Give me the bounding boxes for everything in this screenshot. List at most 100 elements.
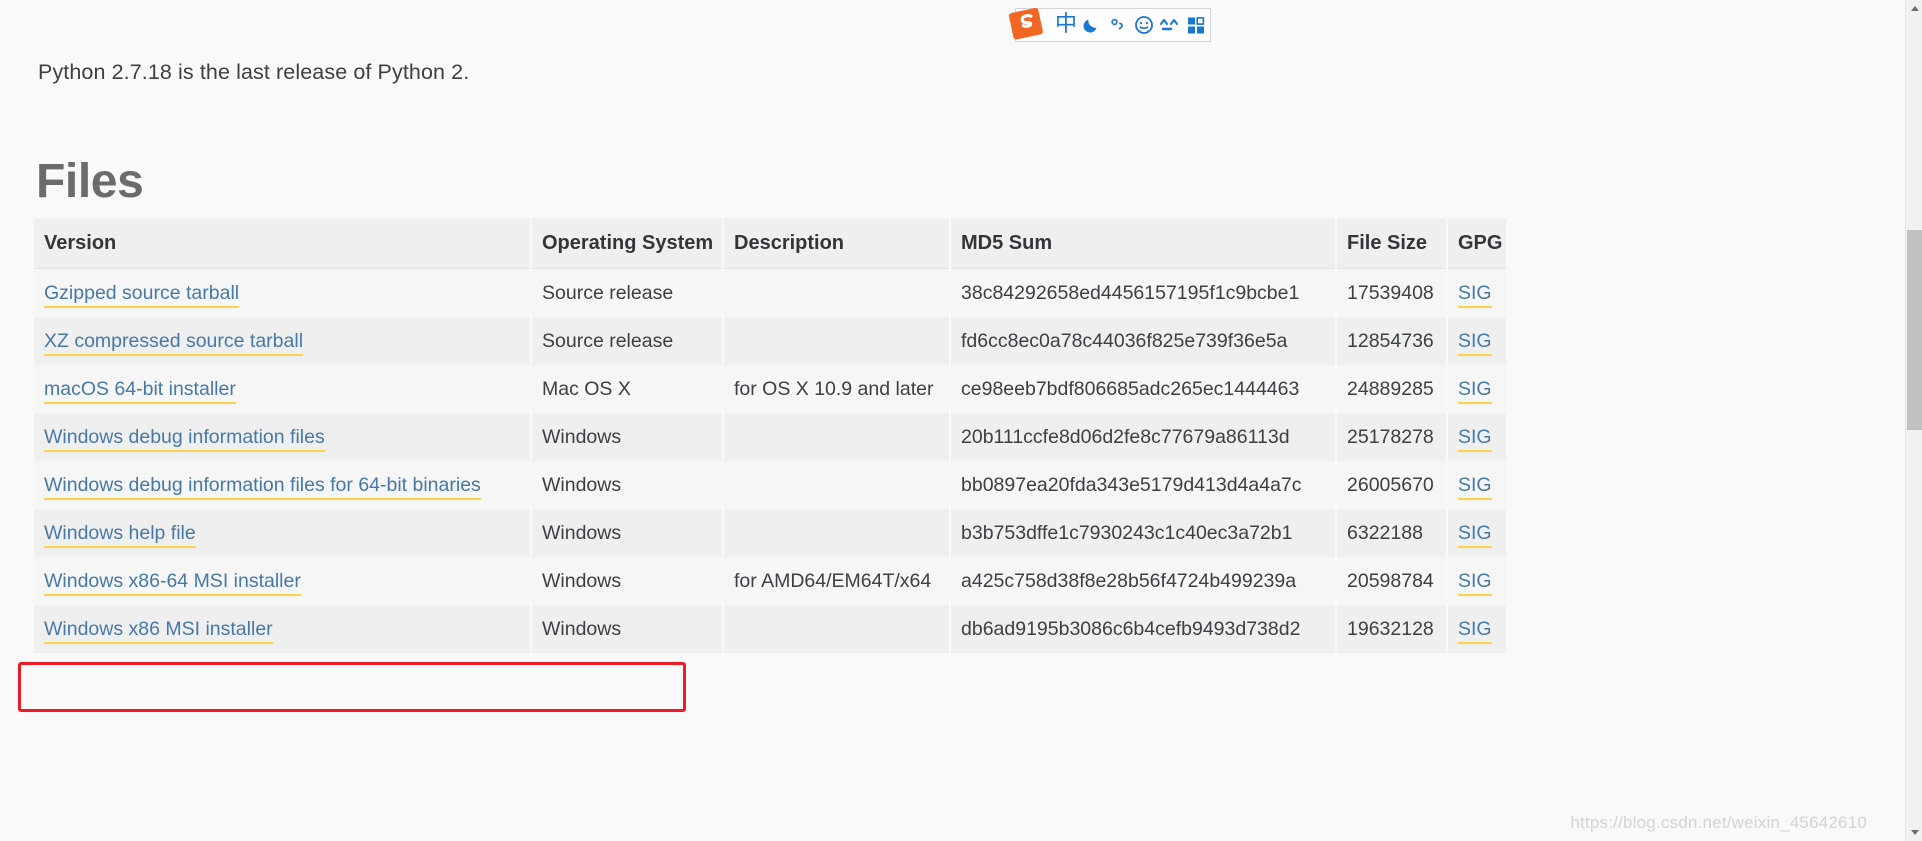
column-header-operating-system: Operating System [531, 218, 724, 269]
gpg-sig-link[interactable]: SIG [1458, 378, 1492, 404]
cell-description [723, 461, 951, 509]
cell-md5-sum: 38c84292658ed4456157195f1c9bcbe1 [950, 268, 1337, 317]
cell-md5-sum: a425c758d38f8e28b56f4724b499239a [950, 557, 1337, 605]
column-header-description: Description [723, 218, 951, 269]
chinese-english-toggle-icon[interactable]: 中 [1053, 10, 1079, 40]
download-link[interactable]: Windows help file [44, 522, 196, 548]
cell-operating-system: Windows [531, 605, 724, 653]
files-table-container: Version Operating System Description MD5… [34, 218, 1506, 653]
cell-md5-sum: ce98eeb7bdf806685adc265ec1444463 [950, 365, 1337, 413]
cell-version: XZ compressed source tarball [34, 317, 532, 365]
cell-gpg: SIG [1447, 461, 1506, 509]
cell-version: Windows debug information files for 64-b… [34, 461, 532, 509]
cell-file-size: 25178278 [1336, 413, 1448, 461]
table-row: Windows debug information files for 64-b… [34, 461, 1506, 509]
page-title: Files [36, 155, 144, 209]
gpg-sig-link[interactable]: SIG [1458, 618, 1492, 644]
cell-gpg: SIG [1447, 268, 1506, 317]
scrollbar-thumb[interactable] [1907, 230, 1922, 430]
gpg-sig-link[interactable]: SIG [1458, 426, 1492, 452]
table-row: Windows x86 MSI installer Windows db6ad919… [34, 605, 1506, 653]
sogou-logo-icon[interactable] [1007, 4, 1047, 44]
column-header-md5-sum: MD5 Sum [950, 218, 1337, 269]
table-header-row: Version Operating System Description MD5… [34, 218, 1506, 269]
scrollbar-up-arrow-icon[interactable] [1906, 0, 1922, 17]
table-row: Windows help file Windows b3b753dffe1c7930… [34, 509, 1506, 557]
cell-file-size: 20598784 [1336, 557, 1448, 605]
cell-operating-system: Source release [531, 317, 724, 365]
download-link[interactable]: Windows x86 MSI installer [44, 618, 273, 644]
intro-paragraph: Python 2.7.18 is the last release of Pyt… [38, 59, 470, 84]
cell-operating-system: Source release [531, 268, 724, 317]
cell-description [723, 268, 951, 317]
punctuation-toggle-icon[interactable] [1105, 10, 1131, 40]
column-header-version: Version [34, 218, 532, 269]
cell-gpg: SIG [1447, 317, 1506, 365]
gpg-sig-link[interactable]: SIG [1458, 330, 1492, 356]
column-header-file-size: File Size [1336, 218, 1448, 269]
cell-operating-system: Windows [531, 557, 724, 605]
cell-description [723, 413, 951, 461]
page-content: Python 2.7.18 is the last release of Pyt… [0, 0, 1905, 841]
table-row: Windows debug information files Windows 20… [34, 413, 1506, 461]
soft-keyboard-icon[interactable] [1157, 10, 1183, 40]
moon-night-mode-icon[interactable] [1079, 10, 1105, 40]
gpg-sig-link[interactable]: SIG [1458, 522, 1492, 548]
emoji-smiley-icon[interactable] [1131, 10, 1157, 40]
toolbox-menu-icon[interactable] [1183, 10, 1209, 40]
cell-gpg: SIG [1447, 509, 1506, 557]
download-link[interactable]: Windows debug information files for 64-b… [44, 474, 481, 500]
cell-version: Windows debug information files [34, 413, 532, 461]
cell-file-size: 17539408 [1336, 268, 1448, 317]
cell-description [723, 317, 951, 365]
files-table-body: Gzipped source tarball Source release 38c8… [34, 268, 1506, 653]
download-link[interactable]: Windows x86-64 MSI installer [44, 570, 301, 596]
table-row: macOS 64-bit installer Mac OS Xfor OS X 1… [34, 365, 1506, 413]
cell-description: for AMD64/EM64T/x64 [723, 557, 951, 605]
download-link[interactable]: Gzipped source tarball [44, 282, 240, 308]
gpg-sig-link[interactable]: SIG [1458, 282, 1492, 308]
cell-version: macOS 64-bit installer [34, 365, 532, 413]
download-link[interactable]: macOS 64-bit installer [44, 378, 236, 404]
cell-description [723, 605, 951, 653]
cell-operating-system: Windows [531, 413, 724, 461]
browser-page: Python 2.7.18 is the last release of Pyt… [0, 0, 1922, 841]
cell-md5-sum: 20b111ccfe8d06d2fe8c77679a86113d [950, 413, 1337, 461]
table-row: XZ compressed source tarball Source relea… [34, 317, 1506, 365]
cell-operating-system: Windows [531, 461, 724, 509]
cell-operating-system: Windows [531, 509, 724, 557]
download-link[interactable]: Windows debug information files [44, 426, 325, 452]
download-link[interactable]: XZ compressed source tarball [44, 330, 304, 356]
cell-md5-sum: fd6cc8ec0a78c44036f825e739f36e5a [950, 317, 1337, 365]
cell-file-size: 19632128 [1336, 605, 1448, 653]
cell-description: for OS X 10.9 and later [723, 365, 951, 413]
files-table-head: Version Operating System Description MD5… [34, 218, 1506, 269]
cell-file-size: 6322188 [1336, 509, 1448, 557]
cell-description [723, 509, 951, 557]
files-table: Version Operating System Description MD5… [34, 218, 1506, 653]
cell-file-size: 26005670 [1336, 461, 1448, 509]
cell-file-size: 24889285 [1336, 365, 1448, 413]
cell-gpg: SIG [1447, 605, 1506, 653]
cell-version: Gzipped source tarball [34, 268, 532, 317]
scrollbar-down-arrow-icon[interactable] [1906, 824, 1922, 841]
column-header-gpg: GPG [1447, 218, 1506, 269]
gpg-sig-link[interactable]: SIG [1458, 570, 1492, 596]
watermark-text: https://blog.csdn.net/weixin_45642610 [1570, 813, 1867, 832]
cell-gpg: SIG [1447, 557, 1506, 605]
cell-gpg: SIG [1447, 365, 1506, 413]
cell-version: Windows x86-64 MSI installer [34, 557, 532, 605]
cell-gpg: SIG [1447, 413, 1506, 461]
cell-version: Windows help file [34, 509, 532, 557]
vertical-scrollbar[interactable] [1905, 0, 1922, 841]
annotation-highlight-box [18, 662, 686, 712]
cell-file-size: 12854736 [1336, 317, 1448, 365]
cell-md5-sum: b3b753dffe1c7930243c1c40ec3a72b1 [950, 509, 1337, 557]
cell-md5-sum: bb0897ea20fda343e5179d413d4a4a7c [950, 461, 1337, 509]
cell-md5-sum: db6ad9195b3086c6b4cefb9493d738d2 [950, 605, 1337, 653]
chinese-character-glyph: 中 [1054, 12, 1077, 37]
cell-version: Windows x86 MSI installer [34, 605, 532, 653]
table-row: Windows x86-64 MSI installer Windows for A… [34, 557, 1506, 605]
gpg-sig-link[interactable]: SIG [1458, 474, 1492, 500]
table-row: Gzipped source tarball Source release 38c8… [34, 268, 1506, 317]
